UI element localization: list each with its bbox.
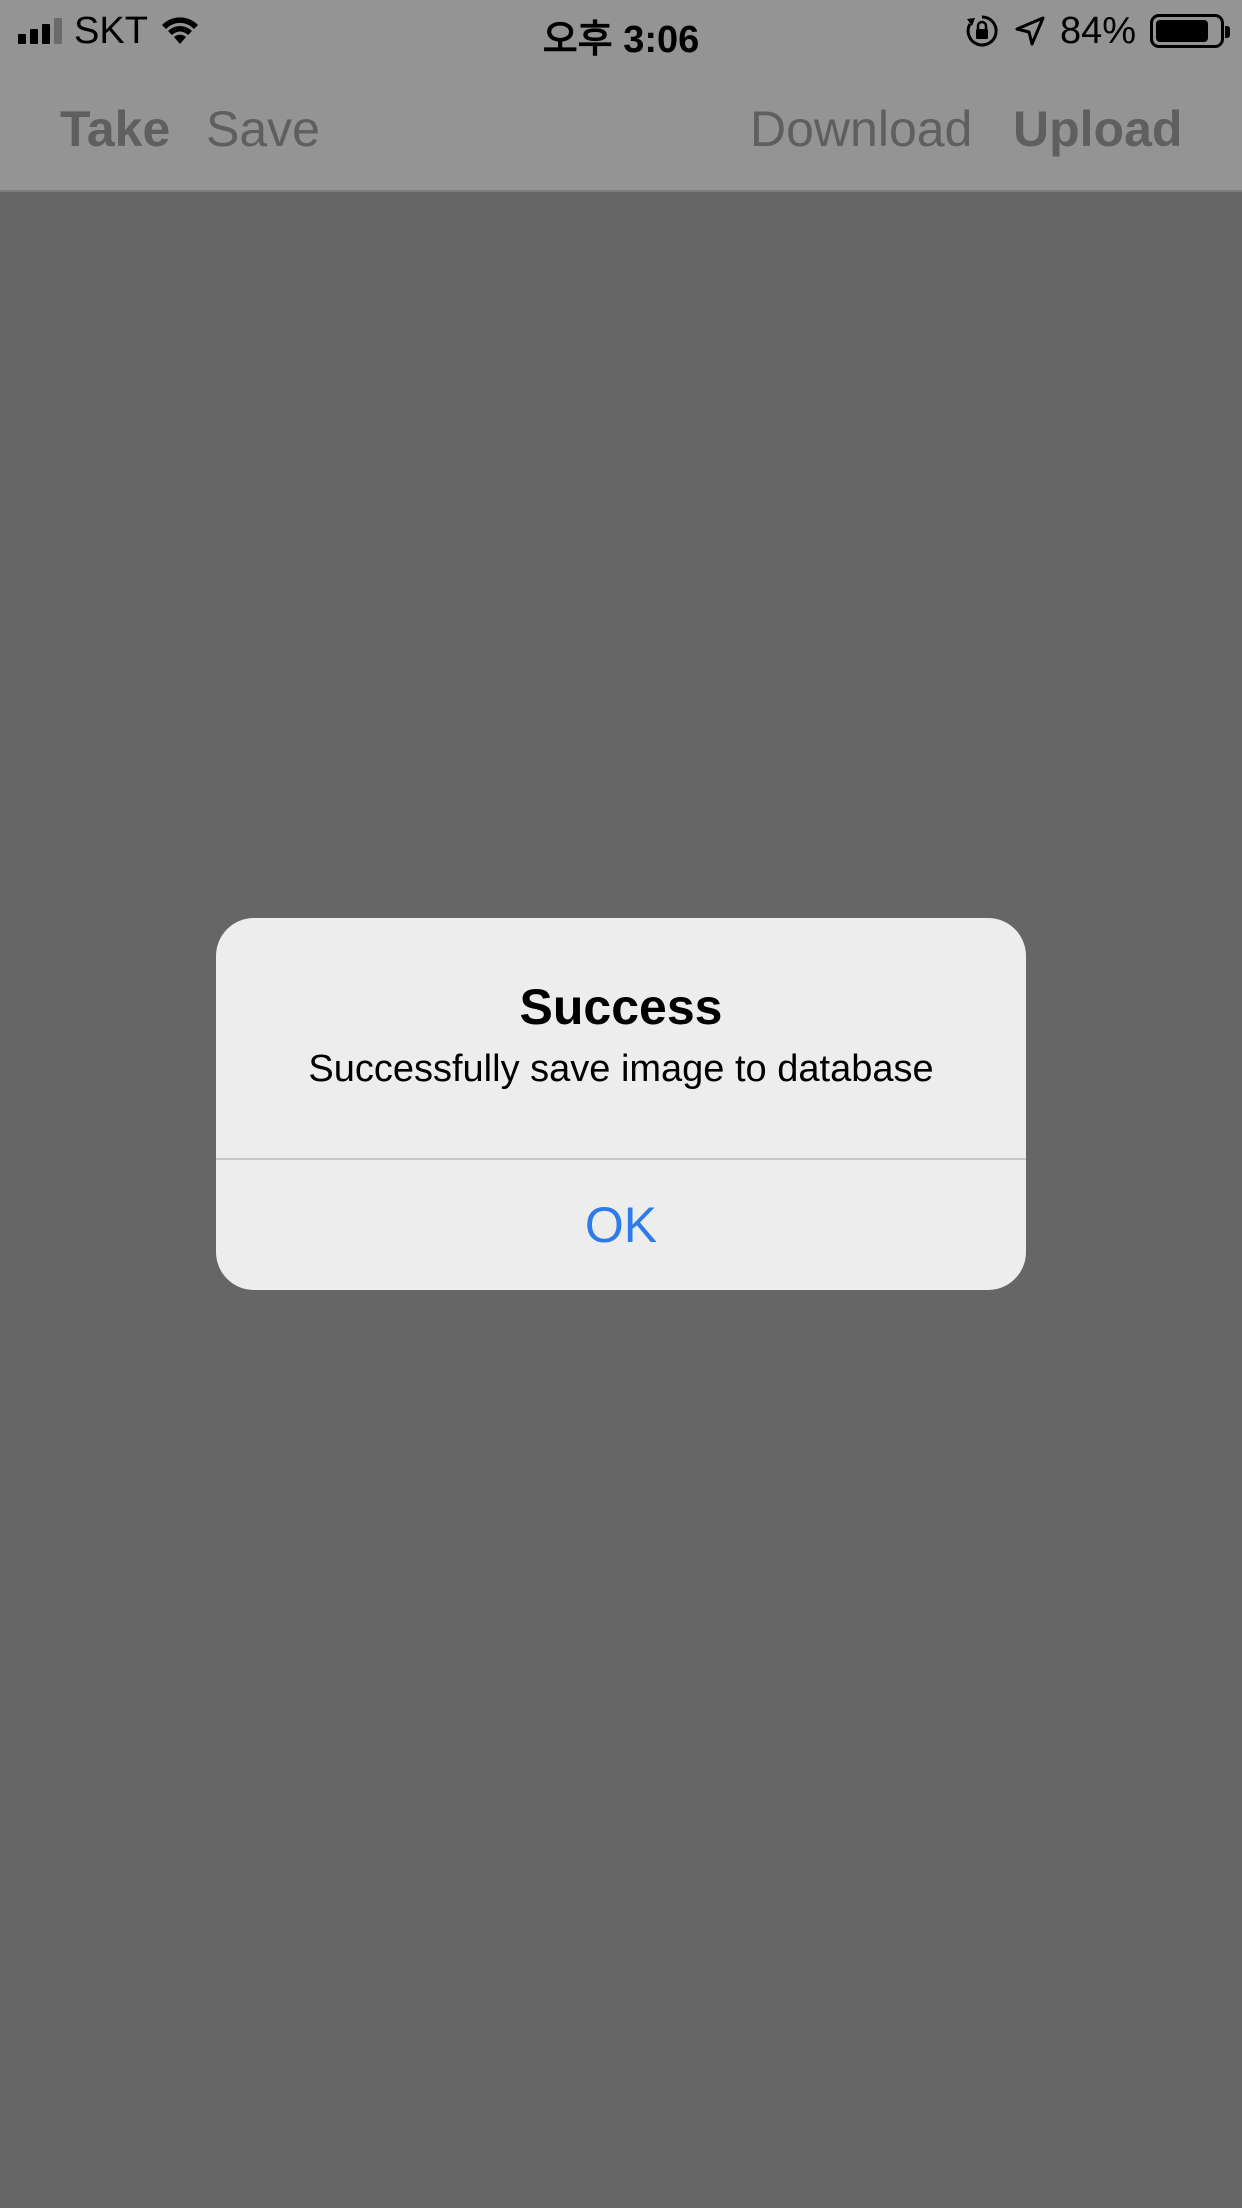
location-arrow-icon	[1015, 16, 1045, 46]
battery-percent: 84%	[1059, 9, 1136, 52]
upload-button[interactable]: Upload	[1013, 100, 1182, 158]
rotation-lock-icon	[966, 15, 998, 47]
take-button[interactable]: Take	[60, 100, 170, 158]
screen: SKT 오후 3:06 84% Take Save Download Uploa…	[0, 0, 1242, 2208]
toolbar: Take Save Download Upload	[0, 62, 1242, 192]
battery-fill	[1156, 20, 1209, 42]
save-button[interactable]: Save	[206, 100, 320, 158]
status-bar: SKT 오후 3:06 84%	[0, 0, 1242, 62]
success-alert: Success Successfully save image to datab…	[216, 918, 1026, 1290]
top-bar: SKT 오후 3:06 84% Take Save Download Uploa…	[0, 0, 1242, 192]
download-button[interactable]: Download	[750, 100, 972, 158]
alert-title: Success	[519, 979, 723, 1035]
ok-button[interactable]: OK	[216, 1160, 1026, 1290]
alert-message: Successfully save image to database	[308, 1048, 934, 1090]
status-right: 84%	[964, 9, 1230, 52]
battery-icon	[1150, 14, 1230, 48]
